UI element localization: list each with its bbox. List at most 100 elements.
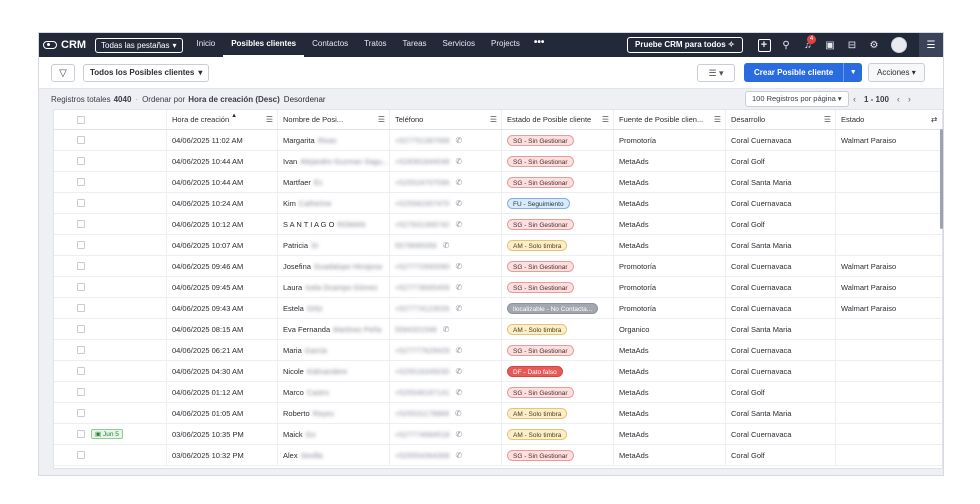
phone-number[interactable]: +528381844048 (395, 157, 449, 166)
lead-name-cell[interactable]: Estela Ortiz (278, 298, 390, 318)
phone-call-icon[interactable]: ✆ (455, 346, 462, 355)
lead-name-cell[interactable]: Ivan Alejandro Guzman Sagu... (278, 151, 390, 171)
lead-first-name[interactable]: Kim (283, 199, 296, 208)
phone-call-icon[interactable]: ✆ (455, 199, 462, 208)
phone-call-icon[interactable]: ✆ (455, 367, 462, 376)
tab-servicios[interactable]: Servicios (435, 33, 483, 57)
lead-name-cell[interactable]: Martfaer Ec (278, 172, 390, 192)
status-badge[interactable]: llocalizable - No Contacta... (507, 302, 599, 314)
status-badge[interactable]: SG - Sin Gestionar (507, 344, 574, 356)
header-phone[interactable]: Teléfono ☰ (390, 110, 502, 129)
create-lead-button[interactable]: Crear Posible cliente (744, 63, 845, 82)
lead-first-name[interactable]: Margarita (283, 136, 315, 145)
lead-first-name[interactable]: Laura (283, 283, 302, 292)
phone-cell[interactable]: +527772660090 ✆ (390, 256, 502, 276)
status-badge[interactable]: AM - Solo timbra (507, 239, 568, 251)
phone-cell[interactable]: 5584301548 ✆ (390, 319, 502, 339)
table-row[interactable]: 04/06/2025 06:21 AM Maria Garcia +527777629… (54, 340, 942, 361)
phone-call-icon[interactable]: ✆ (455, 157, 462, 166)
marketplace-button[interactable]: ⊟ (841, 33, 863, 57)
row-checkbox[interactable] (77, 241, 85, 249)
phone-number[interactable]: +525554364368 (395, 451, 449, 460)
phone-number[interactable]: +527772660090 (395, 262, 449, 271)
lead-first-name[interactable]: Marco (283, 388, 304, 397)
phone-cell[interactable]: +525548187141 ✆ (390, 382, 502, 402)
lead-last-name[interactable]: ROMAN (337, 220, 365, 229)
lead-status-cell[interactable]: SG - Sin Gestionar (502, 277, 614, 297)
phone-number[interactable]: 5579685056 (395, 241, 437, 250)
prev-page-button[interactable]: ‹ (853, 94, 856, 104)
prev-page-arrow[interactable]: ‹ (897, 94, 900, 104)
sort-field[interactable]: Hora de creación (Desc) (188, 95, 280, 104)
phone-call-icon[interactable]: ✆ (443, 325, 450, 334)
phone-cell[interactable]: +525582357470 ✆ (390, 193, 502, 213)
column-menu-icon[interactable]: ☰ (378, 115, 385, 124)
table-row[interactable]: 04/06/2025 09:43 AM Estela Ortiz +527774123… (54, 298, 942, 319)
column-menu-icon[interactable]: ☰ (824, 115, 831, 124)
phone-cell[interactable]: +527751387068 ✆ (390, 130, 502, 150)
table-row[interactable]: 04/06/2025 04:30 AM Nicole Kidmandere +5255… (54, 361, 942, 382)
lead-name-cell[interactable]: S A N T I A G O ROMAN (278, 214, 390, 234)
lead-last-name[interactable]: Ec (314, 178, 323, 187)
phone-call-icon[interactable]: ✆ (455, 451, 462, 460)
lead-name-cell[interactable]: Maria Garcia (278, 340, 390, 360)
lead-first-name[interactable]: Eva Fernanda (283, 325, 330, 334)
phone-number[interactable]: +525548187141 (395, 388, 449, 397)
actions-button[interactable]: Acciones ▾ (868, 63, 925, 82)
table-row[interactable]: 04/06/2025 01:12 AM Marco Castro +525548187… (54, 382, 942, 403)
row-checkbox[interactable] (77, 157, 85, 165)
unsort-link[interactable]: Desordenar (284, 95, 326, 104)
lead-last-name[interactable]: Sr (311, 241, 319, 250)
app-menu-button[interactable]: ☰ (919, 33, 943, 57)
trial-crm-button[interactable]: Pruebe CRM para todos ✧ (627, 37, 743, 53)
crm-logo[interactable]: CRM (43, 39, 95, 51)
row-checkbox[interactable] (77, 178, 85, 186)
tab-posibles-clientes[interactable]: Posibles clientes (223, 33, 305, 57)
lead-status-cell[interactable]: AM - Solo timbra (502, 319, 614, 339)
lead-status-cell[interactable]: DF - Dato falso (502, 361, 614, 381)
lead-first-name[interactable]: Maria (283, 346, 302, 355)
next-page-button[interactable]: › (908, 94, 911, 104)
header-development[interactable]: Desarrollo ☰ (726, 110, 836, 129)
vertical-scrollbar[interactable] (940, 129, 943, 229)
row-checkbox[interactable] (77, 451, 85, 459)
row-checkbox[interactable] (77, 136, 85, 144)
table-row[interactable]: 04/06/2025 11:02 AM Margarita Rivas +527751… (54, 130, 942, 151)
notifications-button[interactable]: ♫ 4 (797, 33, 819, 57)
lead-name-cell[interactable]: Nicole Kidmandere (278, 361, 390, 381)
phone-cell[interactable]: +525554364368 ✆ (390, 445, 502, 465)
phone-call-icon[interactable]: ✆ (455, 262, 462, 271)
lead-first-name[interactable]: Maick (283, 430, 303, 439)
row-checkbox[interactable] (77, 220, 85, 228)
lead-status-cell[interactable]: AM - Solo timbra (502, 424, 614, 444)
phone-number[interactable]: +527777629429 (395, 346, 449, 355)
create-lead-dropdown[interactable]: ▼ (844, 63, 862, 82)
lead-status-cell[interactable]: SG - Sin Gestionar (502, 256, 614, 276)
tab-projects[interactable]: Projects (483, 33, 528, 57)
lead-last-name[interactable]: Martinez Peña (333, 325, 381, 334)
lead-first-name[interactable]: Estela (283, 304, 304, 313)
table-row[interactable]: 04/06/2025 09:46 AM Josefina Guadalupe Hin… (54, 256, 942, 277)
lead-last-name[interactable]: Ortiz (307, 304, 323, 313)
status-badge[interactable]: SG - Sin Gestionar (507, 218, 574, 230)
status-badge[interactable]: SG - Sin Gestionar (507, 449, 574, 461)
lead-first-name[interactable]: Patricia (283, 241, 308, 250)
row-checkbox[interactable] (77, 262, 85, 270)
lead-last-name[interactable]: Alejandro Guzman Sagu... (300, 157, 388, 166)
phone-number[interactable]: +527831368742 (395, 220, 449, 229)
user-avatar[interactable] (891, 37, 907, 53)
phone-call-icon[interactable]: ✆ (455, 220, 462, 229)
lead-status-cell[interactable]: SG - Sin Gestionar (502, 172, 614, 192)
phone-cell[interactable]: +525531178868 ✆ (390, 403, 502, 423)
phone-cell[interactable]: +527774984518 ✆ (390, 424, 502, 444)
lead-last-name[interactable]: Isela Ocampo Gómez (305, 283, 378, 292)
lead-status-cell[interactable]: AM - Solo timbra (502, 403, 614, 423)
phone-number[interactable]: +527774984518 (395, 430, 449, 439)
lead-name-cell[interactable]: Eva Fernanda Martinez Peña (278, 319, 390, 339)
row-checkbox[interactable] (77, 283, 85, 291)
phone-cell[interactable]: +525516345030 ✆ (390, 361, 502, 381)
lead-first-name[interactable]: S A N T I A G O (283, 220, 334, 229)
lead-status-cell[interactable]: SG - Sin Gestionar (502, 151, 614, 171)
all-tabs-dropdown[interactable]: Todas las pestañas ▾ (95, 37, 183, 53)
phone-number[interactable]: +527778665459 (395, 283, 449, 292)
